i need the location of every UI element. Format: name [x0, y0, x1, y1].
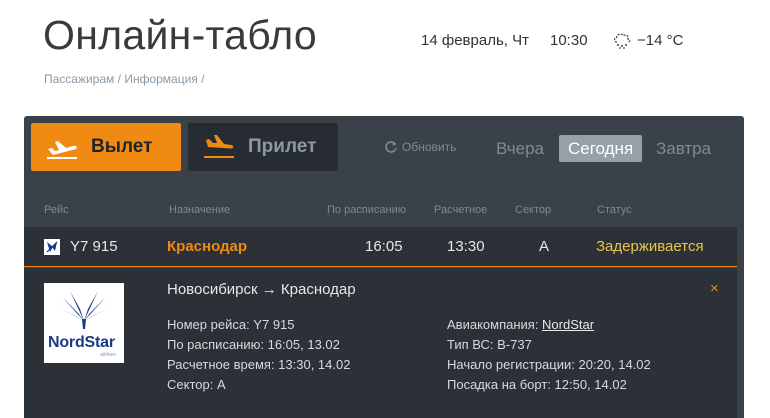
breadcrumb-separator: /: [114, 72, 125, 86]
weather: −14 °C: [612, 31, 683, 49]
flight-board: Вылет Прилет Обновить Вчера Сегодня Завт…: [24, 116, 744, 418]
detail-boarding: Посадка на борт: 12:50, 14.02: [447, 377, 627, 392]
flight-destination: Краснодар: [167, 238, 248, 255]
breadcrumb-information[interactable]: Информация: [124, 72, 197, 86]
tab-yesterday[interactable]: Вчера: [487, 135, 553, 162]
plane-takeoff-icon: [47, 141, 77, 159]
tab-arrival[interactable]: Прилет: [188, 123, 338, 171]
airline-link[interactable]: NordStar: [542, 317, 594, 332]
flight-scheduled-time: 16:05: [365, 238, 403, 255]
column-estimated: Расчетное: [434, 204, 488, 216]
airline-icon: [44, 239, 60, 255]
flight-details-panel: NordStar airlines Новосибирск → Краснода…: [24, 268, 737, 418]
airline-logo: NordStar airlines: [44, 283, 124, 363]
column-scheduled: По расписанию: [327, 204, 407, 216]
plane-landing-icon: [204, 135, 234, 158]
detail-flight-number: Номер рейса: Y7 915: [167, 317, 295, 332]
detail-scheduled: По расписанию: 16:05, 13.02: [167, 337, 340, 352]
detail-sector: Сектор: A: [167, 377, 226, 392]
table-row[interactable]: Y7 915 Краснодар 16:05 13:30 A Задержива…: [24, 227, 737, 267]
tab-departure-label: Вылет: [91, 136, 153, 157]
detail-aircraft: Тип ВС: B-737: [447, 337, 532, 352]
refresh-button[interactable]: Обновить: [384, 140, 456, 154]
detail-estimated: Расчетное время: 13:30, 14.02: [167, 357, 351, 372]
breadcrumb-passengers[interactable]: Пассажирам: [44, 72, 114, 86]
tab-today[interactable]: Сегодня: [559, 135, 643, 162]
column-sector: Сектор: [515, 204, 552, 216]
refresh-icon: [385, 141, 397, 153]
column-status: Статус: [597, 204, 632, 216]
cloud-snow-icon: [612, 31, 632, 49]
flight-number: Y7 915: [70, 238, 118, 255]
flight-sector: A: [539, 238, 550, 255]
refresh-label: Обновить: [402, 140, 457, 154]
tab-arrival-label: Прилет: [248, 136, 317, 157]
page-title: Онлайн-табло: [43, 12, 318, 58]
close-icon[interactable]: ×: [710, 280, 719, 297]
nordstar-bird-icon: [58, 291, 110, 329]
detail-airline-label: Авиакомпания:: [447, 317, 543, 332]
flight-route: Новосибирск → Краснодар: [167, 281, 356, 298]
current-time: 10:30: [550, 32, 588, 49]
status-badge: Задерживается: [596, 238, 704, 255]
tab-tomorrow[interactable]: Завтра: [647, 135, 720, 162]
current-date: 14 февраль, Чт: [421, 32, 529, 49]
airline-logo-text: NordStar: [48, 334, 115, 351]
breadcrumb: Пассажирам / Информация /: [44, 72, 204, 86]
airline-logo-subtext: airlines: [100, 352, 116, 358]
detail-airline: Авиакомпания: NordStar: [447, 317, 594, 332]
temperature: −14 °C: [637, 31, 684, 49]
breadcrumb-separator: /: [197, 72, 205, 86]
column-flight: Рейс: [44, 204, 69, 216]
tab-departure[interactable]: Вылет: [31, 123, 181, 171]
detail-checkin: Начало регистрации: 20:20, 14.02: [447, 357, 651, 372]
column-destination: Назначение: [169, 204, 231, 216]
flight-estimated-time: 13:30: [447, 238, 485, 255]
